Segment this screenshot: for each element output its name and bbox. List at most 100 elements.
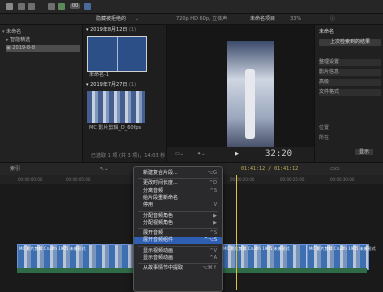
date-group-header: ▾ 2019年8月12日 (1) <box>86 27 137 33</box>
sidebar-item-smart[interactable]: ▸ 智能精选 <box>6 37 84 44</box>
menu-item-label: 从故事情节中提取 <box>143 265 184 272</box>
clip-name: MC 影片剪辑_D_60fps <box>89 125 142 131</box>
top-toolbar: 00 <box>0 0 383 14</box>
inspector-label: 位置 <box>319 125 330 131</box>
context-menu: 新建复合片段... ⌥G 更改时间长度... ^D 分离音频 ^S 给片段重新命名 停用 V 分配… <box>133 166 223 292</box>
timeline-clip[interactable]: MC 影片剪辑 Cruilfn 1905 未来形式 <box>221 244 309 270</box>
menu-item[interactable]: 停用 V <box>134 202 222 209</box>
viewer: ▭⌄ ✦⌄ ▶ 32:20 <box>167 25 314 162</box>
media-browser: ▾ 2019年8月12日 (1) 未命名-1 ▾ 2019年7月27日 (1) … <box>83 25 167 162</box>
timecode-display: 32:20 <box>265 149 293 159</box>
sidebar-item-label: 未命名 <box>6 29 22 35</box>
viewer-format: 720p HD 60p, 立体声 <box>176 16 228 22</box>
menu-item-shortcut: ^A <box>209 255 217 261</box>
menu-item[interactable]: 展开音频组件 ^⌥S <box>134 237 222 245</box>
transform-icon[interactable]: ▭⌄ <box>175 151 184 157</box>
inspector-field[interactable]: 文件格式 <box>319 89 381 96</box>
folder-icon: ▸ <box>6 37 9 43</box>
menu-item[interactable]: 分离音频 ^S <box>134 188 222 195</box>
tool-arrow-icon[interactable]: ↖⌄ <box>100 166 108 172</box>
project-title: 未命名项目 <box>250 16 276 22</box>
chevron-down-icon[interactable]: ⌄ <box>135 16 139 22</box>
index-button[interactable]: 索引 <box>10 166 20 172</box>
menu-item-label: 展开音频组件 <box>143 237 174 244</box>
ruler-tick: 00:00:25:00 <box>280 177 305 182</box>
clip-thumbnail[interactable] <box>87 91 145 123</box>
menu-item[interactable]: 显示视频动画 ^V <box>134 248 222 255</box>
menu-item-shortcut: ^S <box>209 187 217 194</box>
timeline-clip[interactable]: MC 影片剪辑 Cruilfn 1905 未来形式 <box>307 244 376 270</box>
menu-item-shortcut: ⌥⌘↑ <box>202 265 217 272</box>
menu-item-shortcut: ⌥G <box>207 170 217 176</box>
library-sidebar: ▾ 未命名 ▸ 智能精选 ▣ 2019-8-8 <box>0 25 83 162</box>
inspector-title: 未命名 <box>319 29 335 35</box>
menu-item-label: 停用 <box>143 202 154 209</box>
timeline-clip[interactable]: MC 影片剪辑 Cruilfn 1905 未来形式 <box>17 244 135 270</box>
menu-item-shortcut: ^S <box>209 230 217 237</box>
submenu-arrow-icon: ▶ <box>213 212 217 219</box>
sidebar-item-library[interactable]: ▾ 未命名 <box>2 29 80 36</box>
import-icon[interactable] <box>48 3 55 10</box>
menu-item[interactable]: 新建复合片段... ⌥G <box>134 170 222 177</box>
ruler-tick: 00:00:05:00 <box>66 177 91 182</box>
viewer-controls: ▭⌄ ✦⌄ ▶ 32:20 <box>167 147 314 162</box>
menu-item-label: 显示音频动画 <box>143 255 174 261</box>
menu-separator <box>138 228 218 230</box>
library-icon[interactable] <box>6 3 13 10</box>
disclosure-icon: ▾ <box>2 29 5 35</box>
sidebar-item-label: 智能精选 <box>10 37 31 43</box>
submenu-arrow-icon: ▶ <box>213 219 217 226</box>
badge: 00 <box>70 3 81 9</box>
filter-dropdown[interactable]: 隐藏被拒绝的 <box>96 16 126 22</box>
event-icon: ▣ <box>6 45 11 51</box>
inspector: 未命名 上次检索到的结果 整理设置 影片信息 高级 文件格式 位置 所在 显示 <box>314 25 383 162</box>
audio-waveform[interactable] <box>221 268 367 273</box>
inspector-field[interactable]: 整理设置 <box>319 59 381 66</box>
video-frame <box>227 41 274 151</box>
inspector-button[interactable]: 上次检索到的结果 <box>319 39 381 46</box>
playhead[interactable] <box>236 175 237 290</box>
sidebar-item-event[interactable]: ▣ 2019-8-8 <box>6 45 80 52</box>
person-figure <box>245 69 255 139</box>
key-icon[interactable] <box>58 3 65 10</box>
clip-thumbnail[interactable] <box>87 36 147 72</box>
menu-item-label: 更改时间长度... <box>143 180 178 187</box>
show-button[interactable]: 显示 <box>355 149 374 155</box>
inspector-field[interactable]: 影片信息 <box>319 69 381 76</box>
check-icon[interactable] <box>84 3 91 10</box>
menu-item[interactable]: 显示音频动画 ^A <box>134 255 222 262</box>
menu-item-label: 分配视频角色 <box>143 219 174 226</box>
menu-item-label: 给片段重新命名 <box>143 194 179 201</box>
timeline-position: 01:41:12 / 01:41:12 <box>241 166 299 172</box>
selection-status: 已选取 1 项 (共 3 项)，14:03 秒 <box>91 153 166 159</box>
menu-item-shortcut: V <box>213 202 217 209</box>
menu-item[interactable]: 给片段重新命名 <box>134 195 222 202</box>
zoom-level[interactable]: 33% <box>290 16 301 22</box>
inspector-field[interactable]: 高级 <box>319 79 381 86</box>
menu-item[interactable]: 从故事情节中提取 ⌥⌘↑ <box>134 265 222 272</box>
ruler-tick: 00:00:30:00 <box>330 177 355 182</box>
zoom-slider-icon[interactable]: ▭▭ <box>330 166 339 172</box>
enhance-icon[interactable]: ✦⌄ <box>197 151 205 157</box>
menu-item-shortcut: ^V <box>209 247 217 254</box>
menu-item-label: 分离音频 <box>143 187 164 194</box>
menu-item-label: 新建复合片段... <box>143 170 178 176</box>
inspector-label: 所在 <box>319 135 330 141</box>
titles-icon[interactable] <box>28 3 35 10</box>
audio-waveform[interactable] <box>17 268 133 273</box>
menu-item[interactable]: 分配视频角色 ▶ <box>134 220 222 227</box>
menu-item[interactable]: 更改时间长度... ^D <box>134 180 222 187</box>
menu-item-shortcut: ^⌥S <box>203 237 217 244</box>
menu-item-label: 显示视频动画 <box>143 247 174 254</box>
ruler-tick: 00:00:00:00 <box>18 177 43 182</box>
photos-icon[interactable] <box>18 3 25 10</box>
info-icon[interactable]: ⓘ <box>330 16 335 22</box>
play-icon[interactable]: ▶ <box>235 151 239 157</box>
menu-item-label: 分配音频角色 <box>143 212 174 219</box>
ruler-tick: 00:00:20:00 <box>230 177 255 182</box>
browser-header-bar: 隐藏被拒绝的 ⌄ 720p HD 60p, 立体声 未命名项目 33% ⓘ <box>0 14 383 25</box>
menu-item[interactable]: 分配音频角色 ▶ <box>134 213 222 220</box>
menu-separator <box>138 210 218 212</box>
clip-name: 未命名-1 <box>89 72 109 78</box>
sidebar-item-label: 2019-8-8 <box>12 45 36 51</box>
